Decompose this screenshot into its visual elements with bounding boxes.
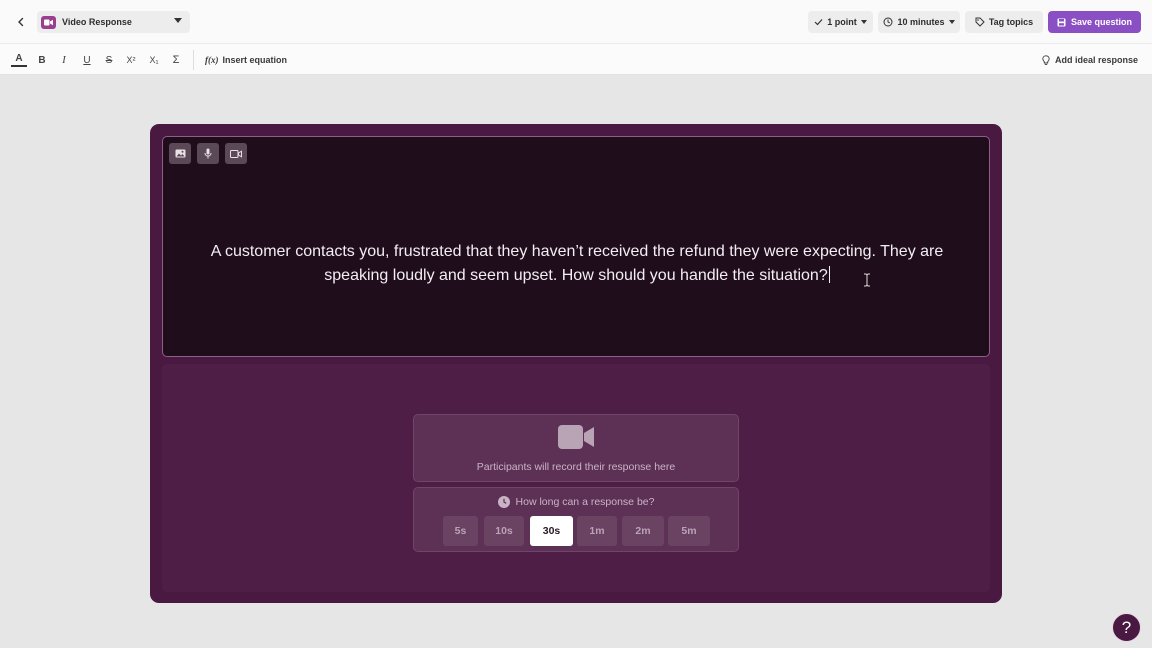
insert-equation-button[interactable]: f(x) Insert equation [205,52,287,68]
duration-option-5m[interactable]: 5m [668,516,710,546]
subscript-button[interactable]: X₁ [146,52,162,68]
video-type-icon [41,15,56,29]
insert-video-button[interactable] [225,143,247,164]
duration-option-label: 10s [495,525,513,537]
bold-label: B [38,54,46,66]
ibeam-cursor-icon [864,273,870,287]
chevron-down-icon [174,18,182,23]
text-cursor [828,266,830,283]
help-icon: ? [1121,617,1132,637]
strikethrough-label: S [105,54,113,66]
italic-button[interactable]: I [56,52,72,68]
clock-icon [497,496,510,508]
italic-label: I [62,54,66,66]
underline-label: U [83,54,91,66]
sum-button[interactable]: Σ [168,52,184,68]
duration-option-label: 5s [454,525,467,537]
duration-option-label: 1m [589,525,605,537]
subscript-label: X₁ [149,55,159,65]
tag-topics-label: Tag topics [988,17,1034,27]
response-length-question-text: How long can a response be? [515,496,655,508]
response-length-question: How long can a response be? [414,496,738,508]
insert-audio-button[interactable] [197,143,219,164]
duration-select[interactable]: 10 minutes [878,11,960,33]
question-card: A customer contacts you, frustrated that… [150,124,1002,603]
duration-label: 10 minutes [897,17,945,27]
toolbar-divider [193,50,194,70]
chevron-down-icon [948,20,955,24]
lightbulb-icon [1042,54,1050,65]
save-question-label: Save question [1070,17,1133,27]
tag-topics-button[interactable]: Tag topics [965,11,1043,33]
insert-image-button[interactable] [169,143,191,164]
clock-icon [883,17,893,27]
text-color-label: A [15,53,23,64]
duration-option-label: 30s [542,525,561,537]
response-length-selector: How long can a response be? 5s 10s 30s 1… [413,487,739,552]
strikethrough-button[interactable]: S [101,52,117,68]
duration-option-1m[interactable]: 1m [577,516,617,546]
save-question-button[interactable]: Save question [1048,11,1141,33]
points-select[interactable]: 1 point [808,11,873,33]
save-icon [1057,18,1066,26]
back-button[interactable] [10,11,32,33]
microphone-icon [204,148,212,159]
question-editor[interactable]: A customer contacts you, frustrated that… [162,136,990,357]
format-toolbar: A B I U S X² X₁ Σ f(x) Insert equation A… [0,44,1152,75]
points-label: 1 point [827,17,857,27]
tag-icon [975,17,985,27]
superscript-button[interactable]: X² [123,52,139,68]
sum-label: Σ [172,54,180,66]
recording-placeholder-text: Participants will record their response … [476,461,676,473]
video-camera-icon [558,425,594,449]
image-icon [175,149,185,158]
chevron-left-icon [18,17,24,27]
top-bar: Video Response 1 point 10 minutes Tag to… [0,0,1152,44]
duration-option-5s[interactable]: 5s [443,516,478,546]
recording-placeholder: Participants will record their response … [413,414,739,482]
help-button[interactable]: ? [1112,613,1141,642]
function-icon: f(x) [205,55,219,65]
video-icon [230,149,242,158]
superscript-label: X² [126,55,136,65]
question-line-2: speaking loudly and seem upset. How shou… [193,264,961,288]
duration-option-2m[interactable]: 2m [622,516,664,546]
chevron-down-icon [860,20,867,24]
add-ideal-response-button[interactable]: Add ideal response [1042,52,1138,68]
check-icon [814,19,823,26]
question-line-1: A customer contacts you, frustrated that… [210,243,944,260]
bold-button[interactable]: B [34,52,50,68]
duration-option-10s[interactable]: 10s [484,516,524,546]
insert-equation-label: Insert equation [222,55,288,65]
duration-option-label: 2m [635,525,651,537]
duration-option-30s[interactable]: 30s [530,516,573,546]
duration-option-label: 5m [681,525,697,537]
question-type-select[interactable]: Video Response [37,11,190,33]
text-color-button[interactable]: A [11,52,27,67]
add-ideal-response-label: Add ideal response [1055,55,1139,65]
underline-button[interactable]: U [79,52,95,68]
question-type-label: Video Response [62,17,132,27]
question-line-2-text: speaking loudly and seem upset. How shou… [324,267,828,284]
